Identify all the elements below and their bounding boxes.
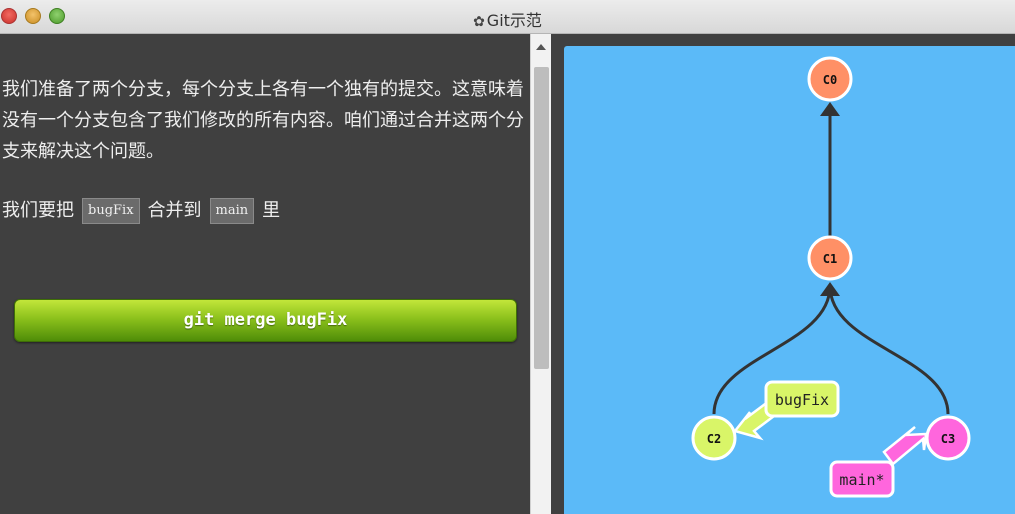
branch-label-bugfix: bugFix <box>775 391 829 409</box>
commit-label-c0: C0 <box>823 73 837 87</box>
window-title-text: Git示范 <box>486 11 542 30</box>
window-titlebar: ✿ Git示范 <box>0 0 1015 34</box>
branch-bugfix[interactable]: bugFix <box>732 380 840 441</box>
commit-label-c1: C1 <box>823 252 837 266</box>
lesson-paragraph-1: 我们准备了两个分支，每个分支上各有一个独有的提交。这意味着没有一个分支包含了我们… <box>2 79 524 162</box>
commit-node-c0[interactable]: C0 <box>807 56 853 102</box>
code-branch-main: main <box>209 198 255 224</box>
p2-middle: 合并到 <box>147 200 202 221</box>
lesson-scrollbar[interactable] <box>530 34 551 514</box>
gear-icon: ✿ <box>473 14 485 30</box>
lesson-paragraph-2: 我们要把 bugFix 合并到 main 里 <box>2 196 527 226</box>
git-merge-command-button[interactable]: git merge bugFix <box>14 299 517 342</box>
lesson-panel: 我们准备了两个分支，每个分支上各有一个独有的提交。这意味着没有一个分支包含了我们… <box>0 34 530 514</box>
commit-node-c2[interactable]: C2 <box>691 415 737 461</box>
p2-prefix: 我们要把 <box>2 200 74 221</box>
code-branch-bugfix: bugFix <box>82 198 140 224</box>
panel-divider <box>551 34 564 514</box>
scroll-up-icon[interactable] <box>536 44 546 50</box>
commit-label-c3: C3 <box>941 432 955 446</box>
commit-node-c3[interactable]: C3 <box>925 415 971 461</box>
commit-node-c1[interactable]: C1 <box>807 235 853 281</box>
branch-main[interactable]: main* <box>829 426 928 498</box>
commit-label-c2: C2 <box>707 432 721 446</box>
window-title: ✿ Git示范 <box>0 7 1015 31</box>
branch-label-main: main* <box>839 471 884 489</box>
git-graph-svg: C0 C1 C2 C3 bugFix main* <box>691 56 971 498</box>
scrollbar-thumb[interactable] <box>534 67 549 369</box>
git-graph-canvas: C0 C1 C2 C3 bugFix main* <box>564 46 1015 514</box>
arrowhead-c1 <box>820 282 840 296</box>
edge-c3-c1 <box>828 285 950 415</box>
arrowhead-c0 <box>820 102 840 116</box>
p2-suffix: 里 <box>262 200 281 221</box>
